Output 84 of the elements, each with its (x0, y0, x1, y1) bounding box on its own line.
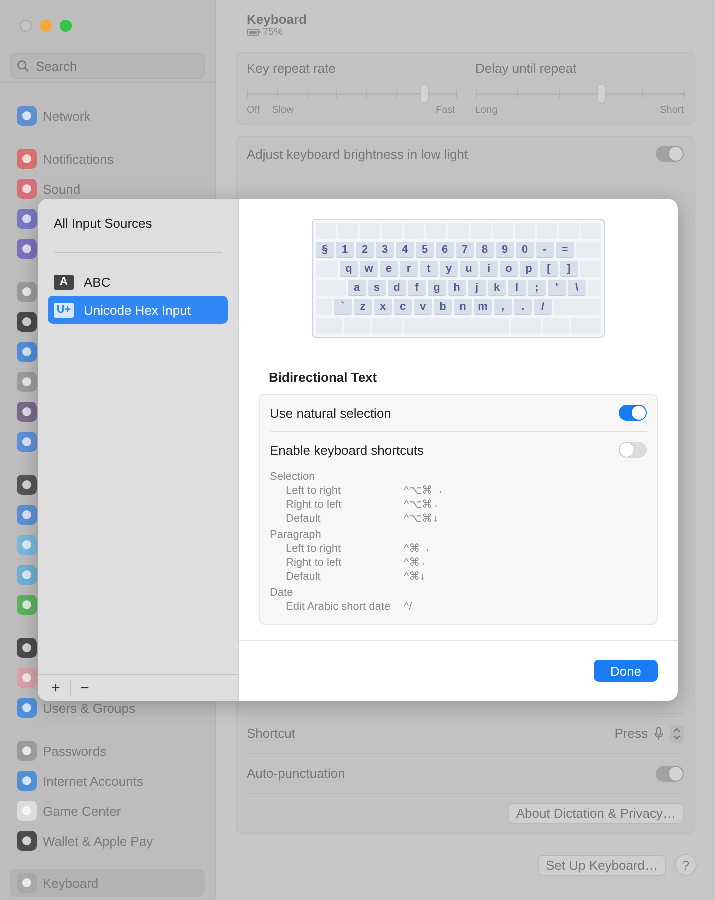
setting-label: Adjust keyboard brightness in low light (247, 146, 468, 162)
slider-caption: Slow (272, 105, 294, 116)
key-cap: u (460, 261, 478, 277)
key-cap: p (520, 261, 538, 277)
page-title: Keyboard (247, 12, 308, 27)
key-cap: = (556, 242, 574, 258)
setting-label: Enable keyboard shortcuts (270, 442, 424, 458)
shortcut-label: Edit Arabic short date (286, 600, 392, 614)
section-title: Bidirectional Text (268, 369, 378, 385)
popup-value: Press (614, 726, 648, 741)
setting-label: Use natural selection (270, 406, 392, 420)
shortcut-label: Default (286, 570, 322, 584)
slider-caption: Off (247, 105, 260, 116)
key-cap: k (488, 280, 506, 296)
key-cap: b (434, 299, 452, 315)
key-cap: w (360, 261, 378, 277)
key-cap: [ (540, 261, 558, 277)
key-cap: - (536, 242, 554, 258)
key-cap: x (374, 299, 392, 315)
list-heading: All Input Sources (53, 215, 154, 233)
key-cap: e (380, 261, 398, 277)
key-cap: ; (528, 280, 546, 296)
group-heading: Paragraph (270, 528, 322, 542)
shortcut-label: Left to right (286, 542, 342, 556)
slider-caption: Long (476, 105, 498, 116)
shortcut-keys: ^⌘↓ (404, 570, 426, 584)
key-cap: § (316, 242, 334, 258)
key-cap: q (340, 261, 358, 277)
key-cap: i (480, 261, 498, 277)
key-cap: z (354, 299, 372, 315)
slider-label: Key repeat rate (247, 61, 337, 76)
key-cap: 3 (376, 242, 394, 258)
key-cap: 5 (416, 242, 434, 258)
shortcut-keys: ^⌥⌘↓ (404, 512, 438, 526)
key-cap: 2 (356, 242, 374, 258)
key-cap: \ (568, 280, 586, 296)
group-heading: Date (270, 586, 294, 600)
group-heading: Selection (270, 470, 316, 484)
shortcut-keys: ^⌥⌘← (404, 498, 444, 512)
key-cap: 9 (496, 242, 514, 258)
key-cap: 4 (396, 242, 414, 258)
setting-label: Shortcut (247, 726, 296, 741)
slider-caption: Fast (436, 105, 456, 116)
key-cap: d (388, 280, 406, 296)
key-cap: n (454, 299, 472, 315)
key-cap: y (440, 261, 458, 277)
key-cap: . (514, 299, 532, 315)
source-badge: U+ (54, 302, 74, 318)
key-cap: 0 (516, 242, 534, 258)
key-cap: t (420, 261, 438, 277)
key-cap: h (448, 280, 466, 296)
key-cap: r (400, 261, 418, 277)
key-cap: v (414, 299, 432, 315)
source-badge: A (54, 274, 74, 290)
key-cap: , (494, 299, 512, 315)
key-cap: / (534, 299, 552, 315)
key-cap: f (408, 280, 426, 296)
shortcut-label: Right to left (286, 556, 343, 570)
shortcut-keys: ^⌘→ (404, 542, 432, 556)
slider-label: Delay until repeat (476, 61, 578, 76)
shortcut-keys: ^/ (404, 600, 412, 614)
key-cap: c (394, 299, 412, 315)
key-cap: ` (334, 299, 352, 315)
setting-label: Auto-punctuation (247, 766, 346, 781)
key-cap: j (468, 280, 486, 296)
key-cap: 7 (456, 242, 474, 258)
shortcut-keys: ^⌘← (404, 556, 432, 570)
shortcut-keys: ^⌥⌘→ (404, 484, 444, 498)
battery-level: 75% (263, 27, 284, 38)
shortcut-label: Left to right (286, 484, 342, 498)
key-cap: 6 (436, 242, 454, 258)
shortcut-label: Right to left (286, 498, 343, 512)
key-cap: o (500, 261, 518, 277)
key-cap: ] (560, 261, 578, 277)
shortcut-label: Default (286, 512, 322, 526)
key-cap: l (508, 280, 526, 296)
key-cap: s (368, 280, 386, 296)
key-cap: ' (548, 280, 566, 296)
key-cap: a (348, 280, 366, 296)
key-cap: 8 (476, 242, 494, 258)
slider-caption: Short (660, 105, 684, 116)
key-cap: m (474, 299, 492, 315)
key-cap: 1 (336, 242, 354, 258)
key-cap: g (428, 280, 446, 296)
